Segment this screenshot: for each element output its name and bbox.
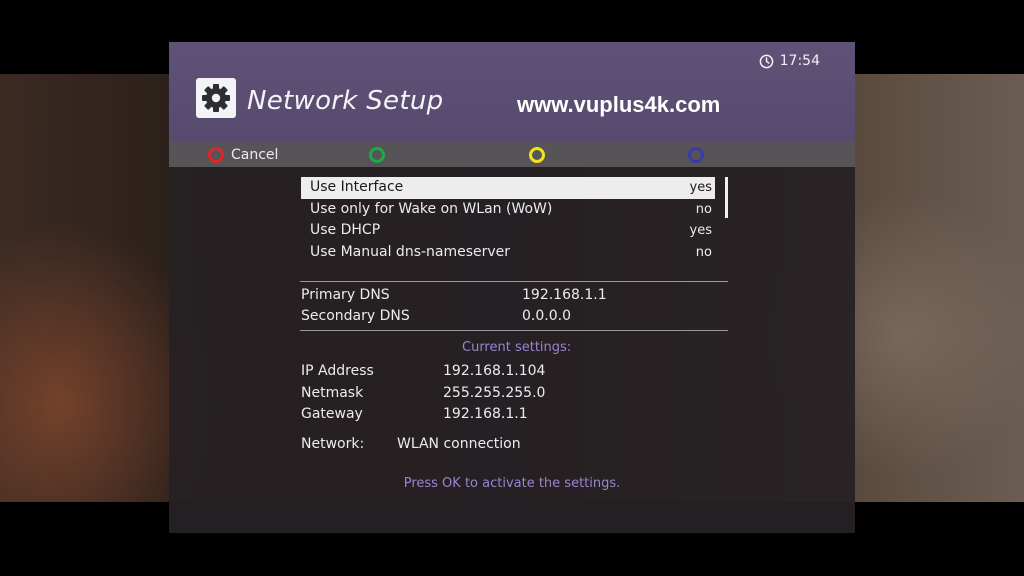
config-row-wake-on-wlan[interactable]: Use only for Wake on WLan (WoW) no	[301, 199, 715, 221]
current-settings-heading: Current settings:	[462, 340, 572, 355]
blue-button[interactable]	[688, 147, 711, 163]
ok-hint: Press OK to activate the settings.	[403, 476, 621, 491]
config-value: no	[695, 244, 712, 260]
green-button[interactable]	[369, 147, 392, 163]
ip-address-label: IP Address	[301, 363, 374, 379]
divider	[300, 330, 728, 331]
config-label: Use DHCP	[310, 222, 381, 238]
clock: 17:54	[759, 52, 820, 70]
page-title: Network Setup	[247, 86, 444, 116]
config-row-use-interface[interactable]: Use Interface yes	[301, 177, 715, 199]
color-button-bar: Cancel	[169, 142, 855, 167]
primary-dns-label: Primary DNS	[301, 287, 390, 303]
watermark-text: www.vuplus4k.com	[517, 92, 721, 117]
blue-button-icon	[688, 147, 704, 163]
primary-dns-value: 192.168.1.1	[522, 287, 607, 303]
yellow-button-icon	[529, 147, 545, 163]
divider	[300, 281, 728, 282]
network-label: Network:	[301, 436, 365, 452]
yellow-button[interactable]	[529, 147, 552, 163]
ip-address-value: 192.168.1.104	[443, 363, 546, 379]
clock-icon	[759, 54, 773, 68]
network-value: WLAN connection	[397, 436, 521, 452]
config-label: Use Interface	[310, 179, 404, 195]
red-button-label: Cancel	[231, 147, 279, 163]
red-cancel-button[interactable]: Cancel	[208, 147, 278, 163]
netmask-value: 255.255.255.0	[443, 385, 546, 401]
panel-header: 17:54 Network Setup www.vuplus4k.com	[169, 42, 855, 142]
secondary-dns-value: 0.0.0.0	[522, 308, 571, 324]
gateway-label: Gateway	[301, 406, 363, 422]
config-scrollbar[interactable]	[725, 177, 728, 218]
red-button-icon	[208, 147, 224, 163]
config-value: yes	[689, 223, 712, 238]
gateway-value: 192.168.1.1	[443, 406, 528, 422]
gear-icon	[196, 78, 236, 118]
secondary-dns-label: Secondary DNS	[301, 308, 410, 324]
netmask-label: Netmask	[301, 385, 364, 401]
config-value: no	[695, 201, 712, 217]
config-value: yes	[689, 180, 712, 195]
green-button-icon	[369, 147, 385, 163]
config-row-manual-dns[interactable]: Use Manual dns-nameserver no	[301, 242, 715, 264]
clock-time: 17:54	[779, 53, 820, 69]
config-row-use-dhcp[interactable]: Use DHCP yes	[301, 220, 715, 242]
config-label: Use Manual dns-nameserver	[310, 243, 511, 260]
config-list: Use Interface yes Use only for Wake on W…	[301, 177, 715, 263]
config-label: Use only for Wake on WLan (WoW)	[310, 200, 553, 217]
network-setup-panel: 17:54 Network Setup www.vuplus4k.com Can…	[169, 42, 855, 533]
